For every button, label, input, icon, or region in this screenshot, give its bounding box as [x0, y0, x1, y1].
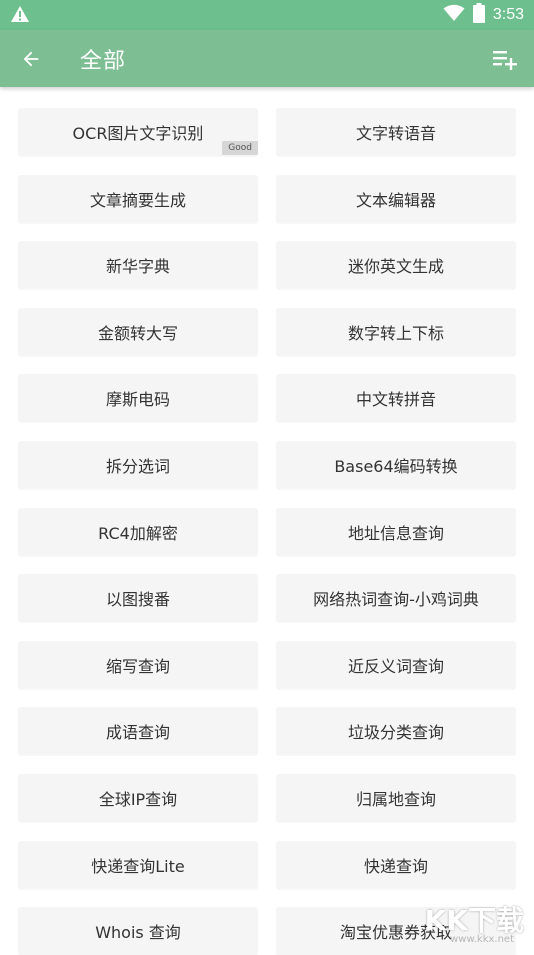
warning-icon	[10, 4, 30, 24]
arrow-left-icon	[23, 51, 39, 67]
tool-item-summary[interactable]: 文章摘要生成	[18, 174, 258, 223]
tool-item-dictionary[interactable]: 新华字典	[18, 241, 258, 290]
watermark: KK下载 www.kkx.net	[408, 899, 528, 945]
tool-label: 摩斯电码	[105, 390, 170, 410]
tool-item-express[interactable]: 快递查询	[276, 840, 516, 889]
tool-label: 缩写查询	[105, 656, 170, 676]
tool-label: OCR图片文字识别	[72, 124, 204, 143]
tool-label: 地址信息查询	[347, 523, 444, 543]
tool-item-text-to-speech[interactable]: 文字转语音	[276, 108, 516, 156]
tool-label: 以图搜番	[105, 590, 170, 610]
tool-item-ip-lookup[interactable]: 全球IP查询	[18, 773, 258, 822]
battery-icon	[472, 3, 485, 27]
tool-item-synonyms[interactable]: 近反义词查询	[276, 640, 516, 689]
tool-item-rc4[interactable]: RC4加解密	[18, 507, 258, 556]
tool-item-idiom[interactable]: 成语查询	[18, 707, 258, 756]
tool-item-mini-english[interactable]: 迷你英文生成	[276, 241, 516, 290]
app-bar: 全部	[0, 30, 534, 87]
tool-item-text-editor[interactable]: 文本编辑器	[276, 174, 516, 223]
tool-label: 全球IP查询	[98, 789, 178, 809]
tool-label: 快递查询Lite	[91, 856, 185, 876]
tool-item-pinyin[interactable]: 中文转拼音	[276, 374, 516, 423]
tool-label: 迷你英文生成	[347, 257, 444, 277]
tool-item-abbreviation[interactable]: 缩写查询	[18, 640, 258, 689]
tool-label: RC4加解密	[98, 523, 178, 543]
tool-label: 垃圾分类查询	[347, 723, 444, 743]
clock: 3:53	[492, 6, 524, 23]
tool-label: 金额转大写	[97, 323, 178, 343]
playlist-add-icon	[493, 51, 517, 70]
tool-label: Base64编码转换	[334, 456, 458, 476]
tool-label: 近反义词查询	[347, 656, 444, 676]
tool-label: 新华字典	[105, 257, 170, 277]
tool-label: 数字转上下标	[347, 323, 444, 343]
tool-label: 文章摘要生成	[89, 190, 186, 210]
tool-label: 网络热词查询-小鸡词典	[313, 590, 479, 610]
tool-grid: OCR图片文字识别 Good 文字转语音 文章摘要生成 文本编辑器 新华字典 迷…	[18, 108, 516, 955]
tool-item-word-split[interactable]: 拆分选词	[18, 440, 258, 489]
watermark-logo: KK下载	[424, 904, 524, 937]
tool-item-base64[interactable]: Base64编码转换	[276, 440, 516, 489]
tool-label: 中文转拼音	[355, 390, 436, 410]
tool-label: 成语查询	[105, 723, 170, 743]
tool-item-morse[interactable]: 摩斯电码	[18, 374, 258, 423]
watermark-url: www.kkx.net	[450, 934, 514, 945]
tool-label: 归属地查询	[355, 789, 436, 809]
tool-label: 快递查询	[363, 856, 428, 876]
tool-item-address-lookup[interactable]: 地址信息查询	[276, 507, 516, 556]
tool-item-super-subscript[interactable]: 数字转上下标	[276, 307, 516, 356]
tool-label: 拆分选词	[105, 456, 170, 476]
playlist-add-button[interactable]	[488, 42, 522, 76]
tool-item-phone-location[interactable]: 归属地查询	[276, 773, 516, 822]
page-title: 全部	[80, 49, 127, 74]
tool-item-garbage-sort[interactable]: 垃圾分类查询	[276, 707, 516, 756]
tool-label: 文本编辑器	[355, 190, 436, 210]
tool-label: Whois 查询	[95, 923, 181, 943]
tool-item-whois[interactable]: Whois 查询	[18, 907, 258, 955]
tool-item-amount-uppercase[interactable]: 金额转大写	[18, 307, 258, 356]
status-bar: 3:53	[0, 0, 534, 30]
tool-label: 文字转语音	[355, 124, 436, 143]
good-badge: Good	[222, 141, 258, 155]
back-button[interactable]	[14, 42, 48, 76]
wifi-icon	[443, 4, 465, 26]
tool-item-image-search[interactable]: 以图搜番	[18, 574, 258, 623]
tool-item-ocr[interactable]: OCR图片文字识别 Good	[18, 108, 258, 156]
tool-item-slang-lookup[interactable]: 网络热词查询-小鸡词典	[276, 574, 516, 623]
tool-item-express-lite[interactable]: 快递查询Lite	[18, 840, 258, 889]
